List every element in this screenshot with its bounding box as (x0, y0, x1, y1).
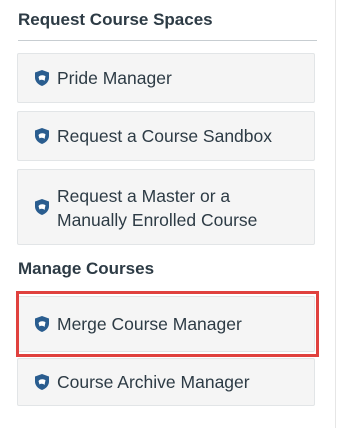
pride-manager-button[interactable]: Pride Manager (17, 53, 315, 103)
shield-icon (33, 69, 51, 87)
tile-label: Request a Master or a Manually Enrolled … (57, 185, 258, 230)
tile-label: Request a Course Sandbox (57, 126, 272, 146)
panel-right-border (335, 0, 336, 428)
tile-label: Course Archive Manager (57, 372, 250, 392)
tile-label: Merge Course Manager (57, 314, 242, 334)
request-course-sandbox-button[interactable]: Request a Course Sandbox (17, 111, 315, 161)
section-heading-request-course-spaces: Request Course Spaces (18, 10, 213, 29)
course-archive-manager-button[interactable]: Course Archive Manager (17, 358, 315, 406)
merge-course-manager-button[interactable]: Merge Course Manager (17, 296, 315, 352)
shield-icon (33, 373, 51, 391)
tile-label: Pride Manager (57, 68, 172, 88)
section-heading-manage-courses: Manage Courses (18, 259, 155, 278)
shield-icon (33, 198, 51, 216)
section-divider (18, 40, 317, 41)
shield-icon (33, 127, 51, 145)
shield-icon (33, 315, 51, 333)
request-master-course-button[interactable]: Request a Master or a Manually Enrolled … (17, 169, 315, 245)
